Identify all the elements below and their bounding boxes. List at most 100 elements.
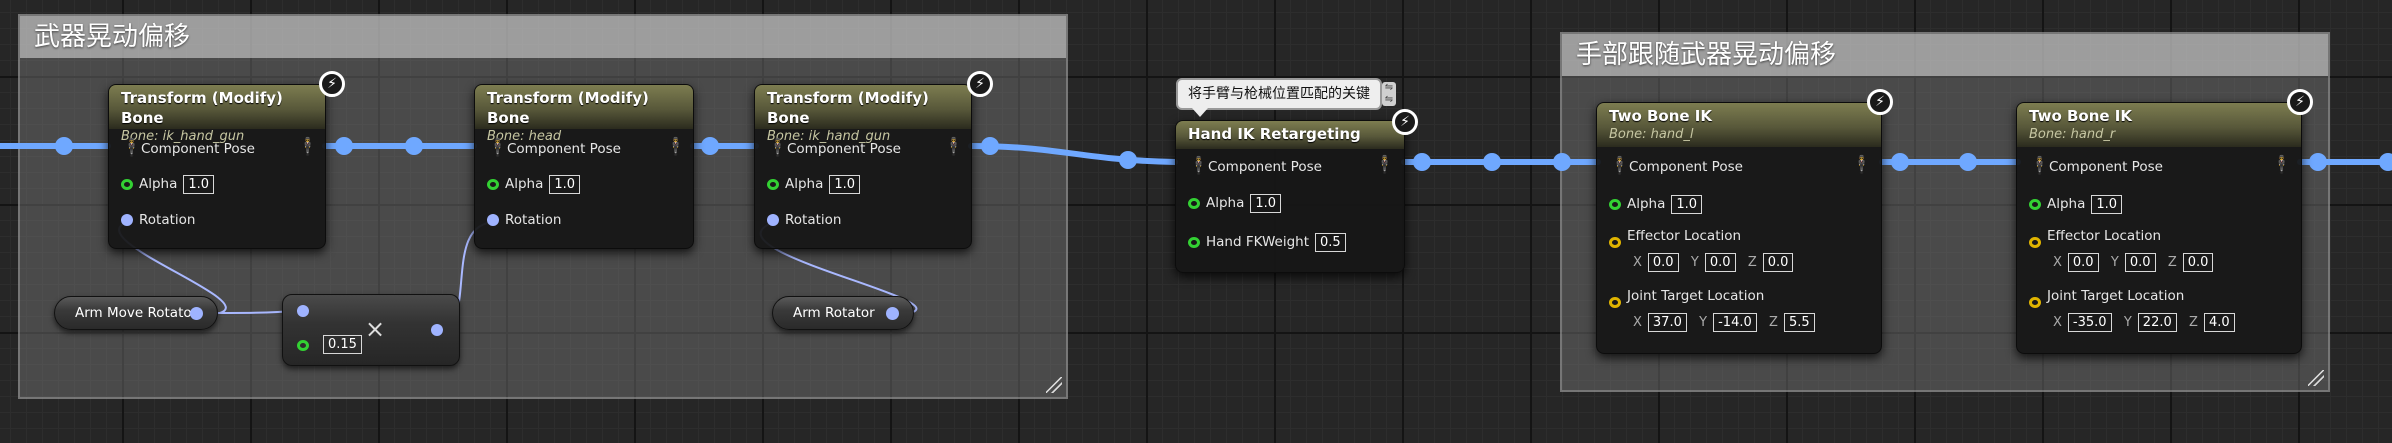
vector-pin-icon[interactable] [1609,236,1621,248]
vector-pin-icon[interactable] [2029,296,2041,308]
mannequin-icon[interactable]: 🕴 [1851,155,1872,175]
mannequin-icon[interactable]: 🕴 [767,137,788,159]
mannequin-icon[interactable]: 🕴 [121,137,142,159]
effector-z-input[interactable]: 0.0 [2182,252,2214,272]
hand-fk-weight-pin-row[interactable]: Hand FKWeight 0.5 [1188,231,1346,253]
alpha-pin-row[interactable]: Alpha 1.0 [487,173,581,195]
arm-rotator-variable[interactable]: Arm Rotator [772,296,914,330]
multiply-node[interactable]: 0.15 × [282,294,460,366]
float-pin-icon[interactable] [767,178,779,190]
effector-x-input[interactable]: 0.0 [2067,252,2099,272]
alpha-pin-row[interactable]: Alpha 1.0 [2029,193,2123,215]
rotation-pin-row[interactable]: Rotation [487,209,561,231]
mannequin-icon[interactable]: 🕴 [665,137,686,157]
vector-pin-icon[interactable] [1609,296,1621,308]
transform-modify-bone-node-1[interactable]: Transform (Modify) Bone Bone: ik_hand_gu… [108,71,345,249]
effector-location-pin-row[interactable]: Effector Location [1609,228,1741,253]
joint-z-input[interactable]: 5.5 [1783,312,1815,332]
effector-location-pin-row[interactable]: Effector Location [2029,228,2161,253]
joint-target-location-pin-row[interactable]: Joint Target Location [2029,288,2184,313]
joint-z-input[interactable]: 4.0 [2203,312,2235,332]
mannequin-icon[interactable]: 🕴 [297,137,318,157]
effector-y-input[interactable]: 0.0 [1704,252,1736,272]
float-pin-icon[interactable] [121,178,133,190]
two-bone-ik-node-1[interactable]: Two Bone IK Bone: hand_l ⚡ 🕴Component Po… [1596,89,1893,354]
alpha-input[interactable]: 1.0 [829,174,861,194]
mannequin-icon[interactable]: 🕴 [1374,155,1395,175]
comment-pin-toggle-icon[interactable]: ⇋ ⇋ [1382,82,1396,106]
node-header[interactable]: Hand IK Retargeting ⚡ [1176,109,1418,149]
node-header[interactable]: Two Bone IK Bone: hand_l ⚡ [1597,89,1893,147]
joint-y-input[interactable]: -14.0 [1713,312,1757,332]
rotator-pin-icon[interactable] [886,307,899,320]
alpha-pin-row[interactable]: Alpha 1.0 [767,173,861,195]
node-header[interactable]: Two Bone IK Bone: hand_r ⚡ [2017,89,2313,147]
node-comment-bubble[interactable]: 将手臂与枪械位置匹配的关键 ⇋ ⇋ [1176,78,1396,117]
joint-x-input[interactable]: 37.0 [1647,312,1687,332]
lightning-icon[interactable]: ⚡ [319,71,345,97]
float-pin-icon[interactable] [1188,236,1200,248]
hand-ik-retargeting-node[interactable]: Hand IK Retargeting ⚡ 🕴Component Pose 🕴 … [1175,109,1418,273]
joint-target-location-pin-row[interactable]: Joint Target Location [1609,288,1764,313]
alpha-input[interactable]: 1.0 [549,174,581,194]
joint-target-xyz-row[interactable]: X -35.0 Y 22.0 Z 4.0 [2045,311,2235,333]
alpha-input[interactable]: 1.0 [183,174,215,194]
two-bone-ik-node-2[interactable]: Two Bone IK Bone: hand_r ⚡ 🕴Component Po… [2016,89,2313,354]
pin-label: Rotation [785,212,842,228]
component-pose-pin-row[interactable]: 🕴Component Pose [121,137,255,159]
rotator-pin-icon[interactable] [190,307,203,320]
alpha-pin-row[interactable]: Alpha 1.0 [1609,193,1703,215]
mannequin-icon[interactable]: 🕴 [1609,155,1630,177]
node-header[interactable]: Transform (Modify) Bone Bone: ik_hand_gu… [109,71,345,144]
effector-y-input[interactable]: 0.0 [2124,252,2156,272]
node-header[interactable]: Transform (Modify) Bone Bone: ik_hand_gu… [755,71,993,144]
mannequin-icon[interactable]: 🕴 [943,137,964,157]
lightning-icon[interactable]: ⚡ [2287,89,2313,115]
component-pose-pin-row[interactable]: 🕴Component Pose [1609,155,1743,177]
vector-pin-icon[interactable] [2029,236,2041,248]
component-pose-pin-row[interactable]: 🕴Component Pose [487,137,621,159]
rotation-pin-row[interactable]: Rotation [767,209,841,231]
rotator-pin-icon[interactable] [297,305,309,317]
effector-x-input[interactable]: 0.0 [1647,252,1679,272]
lightning-icon[interactable]: ⚡ [1392,109,1418,135]
mannequin-icon[interactable]: 🕴 [1188,155,1209,177]
effector-xyz-row[interactable]: X 0.0 Y 0.0 Z 0.0 [1625,251,1794,273]
rotator-pin-icon[interactable] [431,324,443,336]
transform-modify-bone-node-2[interactable]: Transform (Modify) Bone Bone: head 🕴Comp… [474,84,694,249]
joint-target-xyz-row[interactable]: X 37.0 Y -14.0 Z 5.5 [1625,311,1815,333]
hand-fk-weight-input[interactable]: 0.5 [1315,232,1346,252]
float-pin-icon[interactable] [487,178,499,190]
pin-label: Component Pose [1208,159,1322,175]
node-header[interactable]: Transform (Modify) Bone Bone: head [475,85,693,144]
rotator-pin-icon[interactable] [487,214,499,226]
transform-modify-bone-node-3[interactable]: Transform (Modify) Bone Bone: ik_hand_gu… [754,71,993,249]
lightning-icon[interactable]: ⚡ [967,71,993,97]
float-pin-icon[interactable] [1609,198,1621,210]
joint-x-input[interactable]: -35.0 [2067,312,2112,332]
alpha-input[interactable]: 1.0 [1250,193,1282,213]
pin-label: Component Pose [787,141,901,157]
rotation-pin-row[interactable]: Rotation [121,209,195,231]
alpha-input[interactable]: 1.0 [1671,194,1703,214]
float-pin-icon[interactable] [297,340,309,351]
rotator-pin-icon[interactable] [767,214,779,226]
component-pose-pin-row[interactable]: 🕴Component Pose [2029,155,2163,177]
mannequin-icon[interactable]: 🕴 [2271,155,2292,175]
lightning-icon[interactable]: ⚡ [1867,89,1893,115]
float-pin-icon[interactable] [2029,198,2041,210]
effector-xyz-row[interactable]: X 0.0 Y 0.0 Z 0.0 [2045,251,2214,273]
mannequin-icon[interactable]: 🕴 [487,137,508,159]
float-pin-icon[interactable] [1188,197,1200,209]
rotator-pin-icon[interactable] [121,214,133,226]
alpha-input[interactable]: 1.0 [2091,194,2123,214]
alpha-pin-row[interactable]: Alpha 1.0 [121,173,215,195]
joint-y-input[interactable]: 22.0 [2137,312,2177,332]
multiply-value-input[interactable]: 0.15 [323,335,362,354]
component-pose-pin-row[interactable]: 🕴Component Pose [767,137,901,159]
effector-z-input[interactable]: 0.0 [1762,252,1794,272]
arm-move-rotator-variable[interactable]: Arm Move Rotator [54,296,218,330]
component-pose-pin-row[interactable]: 🕴Component Pose [1188,155,1322,177]
alpha-pin-row[interactable]: Alpha 1.0 [1188,192,1282,214]
mannequin-icon[interactable]: 🕴 [2029,155,2050,177]
